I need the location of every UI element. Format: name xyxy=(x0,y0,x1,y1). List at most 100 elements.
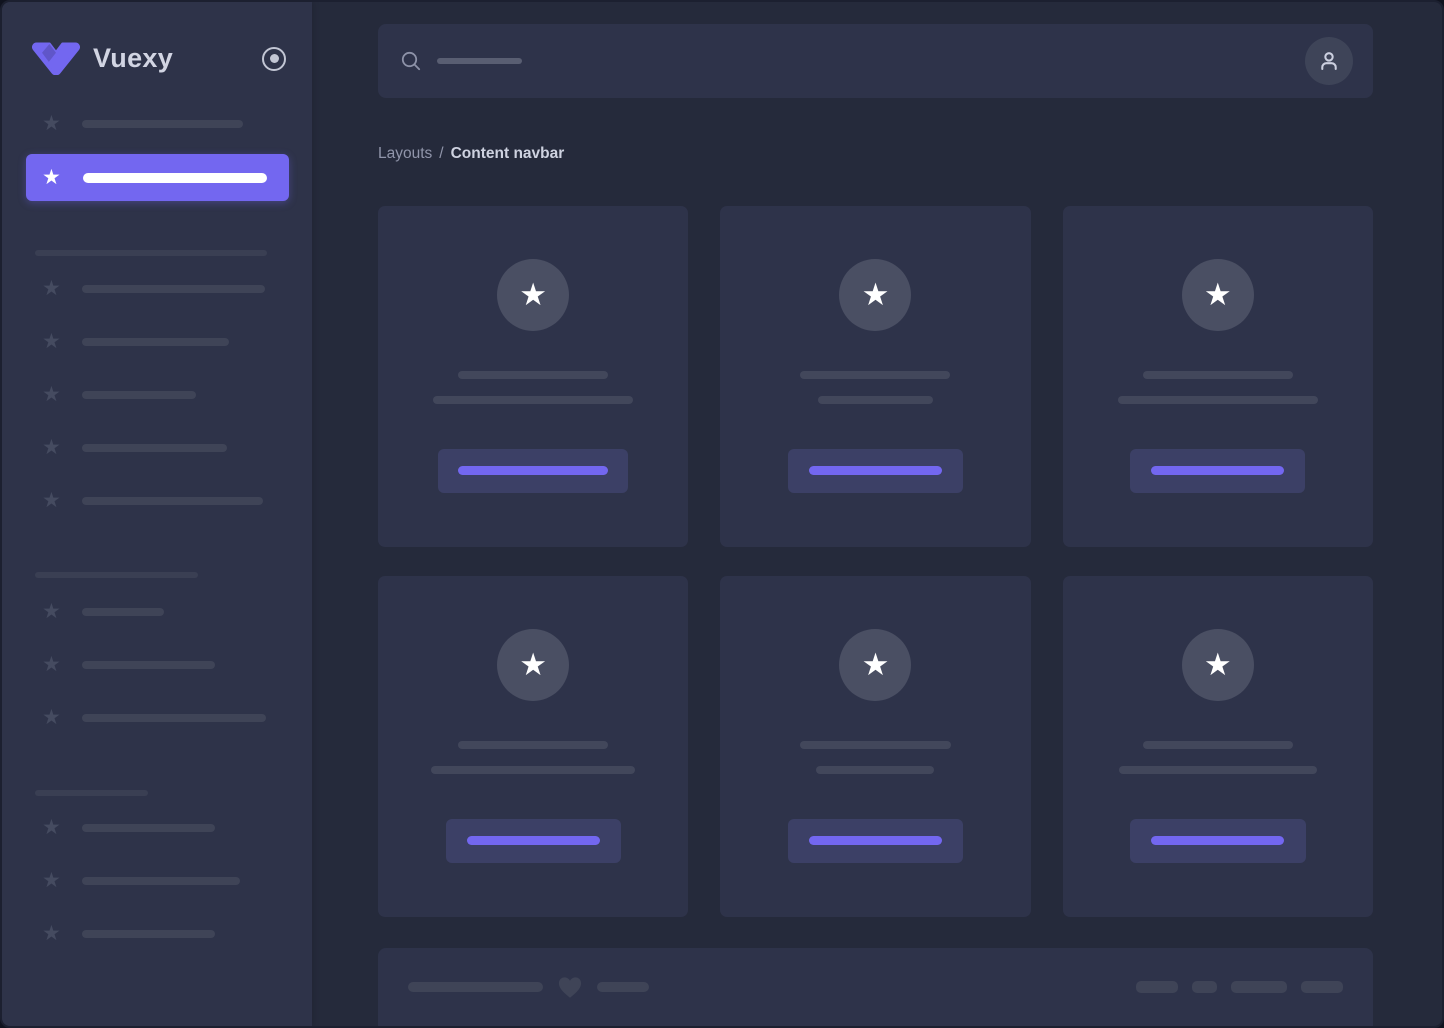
card-subtitle-bar xyxy=(431,766,635,774)
button-label-bar xyxy=(1151,836,1284,845)
star-icon: ★ xyxy=(42,869,66,893)
card-avatar-circle: ★ xyxy=(839,259,911,331)
footer-link-bar-1 xyxy=(1136,981,1178,993)
breadcrumb-parent[interactable]: Layouts xyxy=(378,145,432,162)
star-icon: ★ xyxy=(42,383,66,407)
app-window: Vuexy ★ ★ ★ ★ ★ ★ ★ ★ ★ ★ ★ ★ ★ xyxy=(0,0,1444,1028)
card-6: ★ xyxy=(1063,576,1373,917)
card-subtitle-bar xyxy=(1119,766,1317,774)
card-title-bar xyxy=(458,371,608,379)
star-icon: ★ xyxy=(1204,279,1232,310)
sidebar-menu: ★ ★ ★ ★ ★ ★ ★ ★ ★ ★ ★ ★ ★ xyxy=(2,75,312,946)
menu-label-bar xyxy=(82,338,229,346)
menu-label-bar xyxy=(82,608,164,616)
top-navbar xyxy=(378,24,1373,98)
breadcrumb-separator: / xyxy=(439,145,443,162)
star-icon: ★ xyxy=(42,600,66,624)
card-subtitle-bar xyxy=(433,396,633,404)
star-icon: ★ xyxy=(42,436,66,460)
card-action-button[interactable] xyxy=(1130,819,1306,863)
footer-text-bar-2 xyxy=(597,982,649,992)
menu-label-bar xyxy=(82,497,263,505)
sidebar-item[interactable]: ★ xyxy=(42,869,312,893)
card-action-button[interactable] xyxy=(438,449,628,493)
user-avatar[interactable] xyxy=(1305,37,1353,85)
star-icon: ★ xyxy=(42,653,66,677)
card-subtitle-bar xyxy=(816,766,934,774)
sidebar-item[interactable]: ★ xyxy=(42,489,312,513)
menu-label-bar xyxy=(82,444,227,452)
menu-label-bar xyxy=(82,120,243,128)
star-icon: ★ xyxy=(42,277,66,301)
vuexy-logo-icon xyxy=(32,42,80,75)
footer-links xyxy=(1136,981,1343,993)
sidebar-item[interactable]: ★ xyxy=(42,330,312,354)
footer-link-bar-2 xyxy=(1192,981,1217,993)
sidebar-item[interactable]: ★ xyxy=(42,383,312,407)
card-action-button[interactable] xyxy=(446,819,621,863)
sidebar-section-divider xyxy=(35,572,198,578)
star-icon: ★ xyxy=(42,816,66,840)
star-icon: ★ xyxy=(42,489,66,513)
search-icon xyxy=(400,50,422,72)
sidebar-item[interactable]: ★ xyxy=(42,922,312,946)
star-icon: ★ xyxy=(519,649,547,680)
star-icon: ★ xyxy=(42,706,66,730)
sidebar-item[interactable]: ★ xyxy=(42,653,312,677)
card-action-button[interactable] xyxy=(788,819,963,863)
card-3: ★ xyxy=(1063,206,1373,547)
card-title-bar xyxy=(1143,741,1293,749)
sidebar: Vuexy ★ ★ ★ ★ ★ ★ ★ ★ ★ ★ ★ ★ ★ xyxy=(2,2,312,1026)
button-label-bar xyxy=(809,836,942,845)
star-icon: ★ xyxy=(519,279,547,310)
card-avatar-circle: ★ xyxy=(497,259,569,331)
menu-label-bar xyxy=(82,824,215,832)
sidebar-section-divider xyxy=(35,250,267,256)
button-label-bar xyxy=(1151,466,1284,475)
sidebar-item[interactable]: ★ xyxy=(42,600,312,624)
footer-text-bar-1 xyxy=(408,982,543,992)
card-avatar-circle: ★ xyxy=(1182,629,1254,701)
card-action-button[interactable] xyxy=(788,449,963,493)
star-icon: ★ xyxy=(42,166,66,190)
sidebar-header: Vuexy xyxy=(2,2,312,75)
footer-link-bar-3 xyxy=(1231,981,1287,993)
button-label-bar xyxy=(809,466,942,475)
star-icon: ★ xyxy=(862,649,890,680)
sidebar-section-divider xyxy=(35,790,148,796)
menu-label-bar xyxy=(82,285,265,293)
card-action-button[interactable] xyxy=(1130,449,1305,493)
sidebar-item[interactable]: ★ xyxy=(42,706,312,730)
main-content: Layouts/Content navbar ★★★★★★ xyxy=(312,2,1442,1026)
card-avatar-circle: ★ xyxy=(1182,259,1254,331)
card-2: ★ xyxy=(720,206,1030,547)
menu-toggle-radio-icon[interactable] xyxy=(262,47,286,71)
card-title-bar xyxy=(1143,371,1293,379)
sidebar-item[interactable]: ★ xyxy=(42,436,312,460)
star-icon: ★ xyxy=(1204,649,1232,680)
menu-label-bar xyxy=(82,930,215,938)
sidebar-item[interactable]: ★ xyxy=(42,112,312,136)
card-1: ★ xyxy=(378,206,688,547)
search-input[interactable] xyxy=(400,50,522,72)
star-icon: ★ xyxy=(42,922,66,946)
footer-link-bar-4 xyxy=(1301,981,1343,993)
search-placeholder-bar xyxy=(437,58,522,64)
star-icon: ★ xyxy=(42,112,66,136)
card-subtitle-bar xyxy=(1118,396,1318,404)
card-title-bar xyxy=(800,741,951,749)
button-label-bar xyxy=(458,466,608,475)
sidebar-item-active[interactable]: ★ xyxy=(26,154,289,201)
star-icon: ★ xyxy=(42,330,66,354)
menu-label-bar xyxy=(82,661,215,669)
app-logo-title: Vuexy xyxy=(93,43,173,74)
menu-label-bar xyxy=(82,714,266,722)
person-icon xyxy=(1316,48,1342,74)
sidebar-item[interactable]: ★ xyxy=(42,277,312,301)
card-4: ★ xyxy=(378,576,688,917)
card-title-bar xyxy=(800,371,950,379)
card-5: ★ xyxy=(720,576,1030,917)
menu-label-bar xyxy=(82,391,196,399)
card-subtitle-bar xyxy=(818,396,933,404)
sidebar-item[interactable]: ★ xyxy=(42,816,312,840)
